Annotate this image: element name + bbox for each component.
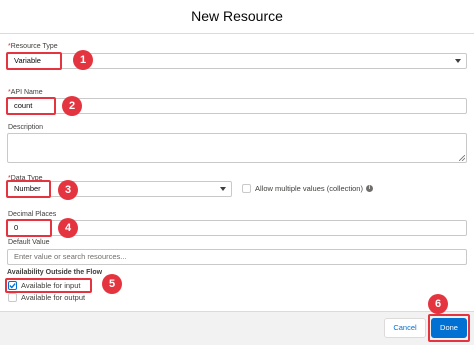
callout-badge-3: 3 [58, 180, 78, 200]
chevron-down-icon [220, 187, 226, 191]
callout-highlight-3 [6, 180, 51, 198]
api-name-label: *API Name [8, 89, 43, 96]
callout-highlight-1 [6, 52, 62, 70]
modal-header: New Resource [0, 0, 474, 34]
callout-highlight-2 [6, 97, 56, 115]
description-label: Description [8, 124, 44, 131]
cancel-button[interactable]: Cancel [384, 318, 426, 338]
description-textarea[interactable] [7, 133, 467, 163]
resource-type-label: *Resource Type [8, 43, 58, 50]
available-for-output-checkbox[interactable] [8, 293, 17, 302]
callout-highlight-4 [6, 219, 52, 237]
modal-title: New Resource [191, 8, 283, 24]
resize-handle-icon[interactable] [459, 155, 465, 161]
allow-multiple-label: Allow multiple values (collection) [255, 184, 363, 193]
callout-badge-6: 6 [428, 294, 448, 314]
chevron-down-icon [455, 59, 461, 63]
info-icon[interactable]: i [366, 185, 373, 192]
default-value-input[interactable]: Enter value or search resources... [7, 249, 467, 265]
callout-highlight-5 [5, 278, 92, 293]
callout-badge-2: 2 [62, 96, 82, 116]
callout-highlight-6 [428, 314, 470, 342]
callout-badge-5: 5 [102, 274, 122, 294]
available-for-output-label: Available for output [21, 293, 86, 302]
callout-badge-1: 1 [73, 50, 93, 70]
callout-badge-4: 4 [58, 218, 78, 238]
default-value-label: Default Value [8, 239, 50, 246]
availability-section-title: Availability Outside the Flow [7, 269, 103, 276]
allow-multiple-checkbox[interactable] [242, 184, 251, 193]
decimal-places-label: Decimal Places [8, 211, 57, 218]
